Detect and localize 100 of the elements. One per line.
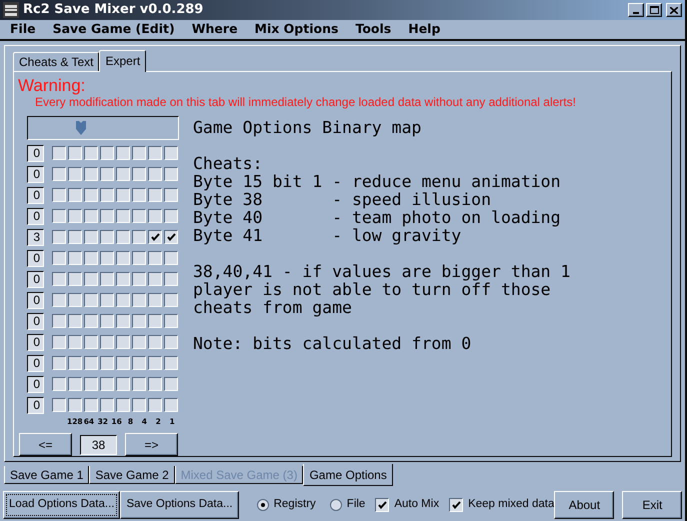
- byte-value-field[interactable]: 0: [27, 312, 44, 330]
- checkbox[interactable]: [100, 398, 114, 412]
- byte-value-field[interactable]: 3: [27, 228, 44, 246]
- checkbox[interactable]: [116, 272, 130, 286]
- checkbox[interactable]: [52, 230, 66, 244]
- checkbox[interactable]: [148, 146, 162, 160]
- checkbox[interactable]: [52, 398, 66, 412]
- byte-value-field[interactable]: 0: [27, 354, 44, 372]
- checkbox[interactable]: [164, 146, 178, 160]
- checkbox[interactable]: [449, 498, 464, 512]
- checkbox[interactable]: [52, 188, 66, 202]
- checkbox[interactable]: [116, 251, 130, 266]
- checkbox[interactable]: [132, 314, 146, 328]
- checkbox[interactable]: [116, 188, 130, 202]
- checkbox[interactable]: [68, 314, 82, 328]
- checkbox[interactable]: [84, 209, 98, 224]
- close-button[interactable]: [666, 3, 682, 17]
- checkbox[interactable]: [52, 335, 66, 350]
- checkbox[interactable]: [164, 398, 178, 412]
- checkbox[interactable]: [148, 251, 162, 266]
- checkbox[interactable]: [52, 251, 66, 266]
- load-button[interactable]: Load Options Data...: [3, 491, 120, 519]
- checkbox[interactable]: [52, 167, 66, 182]
- checkbox[interactable]: [116, 230, 130, 244]
- maximize-button[interactable]: [646, 3, 662, 17]
- checkbox[interactable]: [116, 335, 130, 350]
- checkbox[interactable]: [116, 314, 130, 328]
- checkbox[interactable]: [84, 356, 98, 370]
- checkbox[interactable]: [132, 335, 146, 350]
- checkbox[interactable]: [148, 356, 162, 370]
- tab[interactable]: Cheats & Text: [13, 52, 100, 71]
- checkbox[interactable]: [84, 251, 98, 266]
- tab[interactable]: Save Game 2: [89, 466, 175, 484]
- checkbox[interactable]: [132, 188, 146, 202]
- checkbox[interactable]: [164, 356, 178, 370]
- checkbox[interactable]: [116, 209, 130, 224]
- checkbox[interactable]: [52, 314, 66, 328]
- byte-value-field[interactable]: 0: [27, 250, 44, 267]
- checkbox[interactable]: [164, 293, 178, 308]
- tab[interactable]: Game Options: [303, 464, 393, 486]
- checkbox[interactable]: [148, 188, 162, 202]
- byte-value-field[interactable]: 0: [27, 166, 44, 183]
- checkbox[interactable]: [132, 293, 146, 308]
- menu-item[interactable]: File: [10, 20, 36, 39]
- checkbox[interactable]: [100, 146, 114, 160]
- exit-button[interactable]: Exit: [622, 491, 682, 519]
- checkbox[interactable]: [148, 209, 162, 224]
- checkbox[interactable]: [100, 209, 114, 224]
- checkbox[interactable]: [68, 188, 82, 202]
- checkbox[interactable]: [132, 356, 146, 370]
- checkbox[interactable]: [132, 272, 146, 286]
- checkbox[interactable]: [100, 167, 114, 182]
- checkbox[interactable]: [100, 356, 114, 370]
- byte-value-field[interactable]: 0: [27, 396, 44, 414]
- checkbox[interactable]: [52, 272, 66, 286]
- checkbox[interactable]: [132, 209, 146, 224]
- slider-thumb[interactable]: [76, 120, 86, 135]
- checkbox[interactable]: [68, 251, 82, 266]
- checkbox[interactable]: [52, 209, 66, 224]
- checkbox[interactable]: [84, 188, 98, 202]
- menu-item[interactable]: Tools: [355, 20, 392, 39]
- checkbox[interactable]: [68, 293, 82, 308]
- checkbox[interactable]: [68, 356, 82, 370]
- checkbox[interactable]: [148, 377, 162, 392]
- checkbox[interactable]: [148, 398, 162, 412]
- about-button[interactable]: About: [554, 491, 614, 519]
- checkbox[interactable]: [164, 230, 178, 244]
- checkbox[interactable]: [52, 377, 66, 392]
- checkbox[interactable]: [84, 146, 98, 160]
- checkbox[interactable]: [52, 356, 66, 370]
- checkbox[interactable]: [164, 272, 178, 286]
- checkbox[interactable]: [132, 167, 146, 182]
- byte-value-field[interactable]: 0: [27, 334, 44, 351]
- checkbox[interactable]: [164, 377, 178, 392]
- checkbox[interactable]: [68, 146, 82, 160]
- checkbox[interactable]: [100, 314, 114, 328]
- save-button[interactable]: Save Options Data...: [120, 491, 239, 519]
- checkbox[interactable]: [84, 314, 98, 328]
- checkbox[interactable]: [100, 293, 114, 308]
- checkbox[interactable]: [148, 272, 162, 286]
- byte-value-field[interactable]: 0: [27, 270, 44, 288]
- checkbox[interactable]: [84, 398, 98, 412]
- checkbox[interactable]: [52, 146, 66, 160]
- checkbox[interactable]: [116, 293, 130, 308]
- checkbox[interactable]: [164, 209, 178, 224]
- checkbox[interactable]: [84, 230, 98, 244]
- checkbox[interactable]: [116, 356, 130, 370]
- byte-value-field[interactable]: 0: [27, 208, 44, 225]
- checkbox[interactable]: [116, 398, 130, 412]
- radio-button[interactable]: [330, 499, 342, 511]
- checkbox[interactable]: [148, 335, 162, 350]
- checkbox[interactable]: [52, 293, 66, 308]
- checkbox[interactable]: [116, 377, 130, 392]
- checkbox[interactable]: [68, 167, 82, 182]
- checkbox[interactable]: [68, 398, 82, 412]
- checkbox[interactable]: [100, 335, 114, 350]
- checkbox[interactable]: [164, 314, 178, 328]
- offset-field[interactable]: 38: [80, 434, 118, 454]
- menu-item[interactable]: Where: [192, 20, 238, 39]
- checkbox[interactable]: [148, 230, 162, 244]
